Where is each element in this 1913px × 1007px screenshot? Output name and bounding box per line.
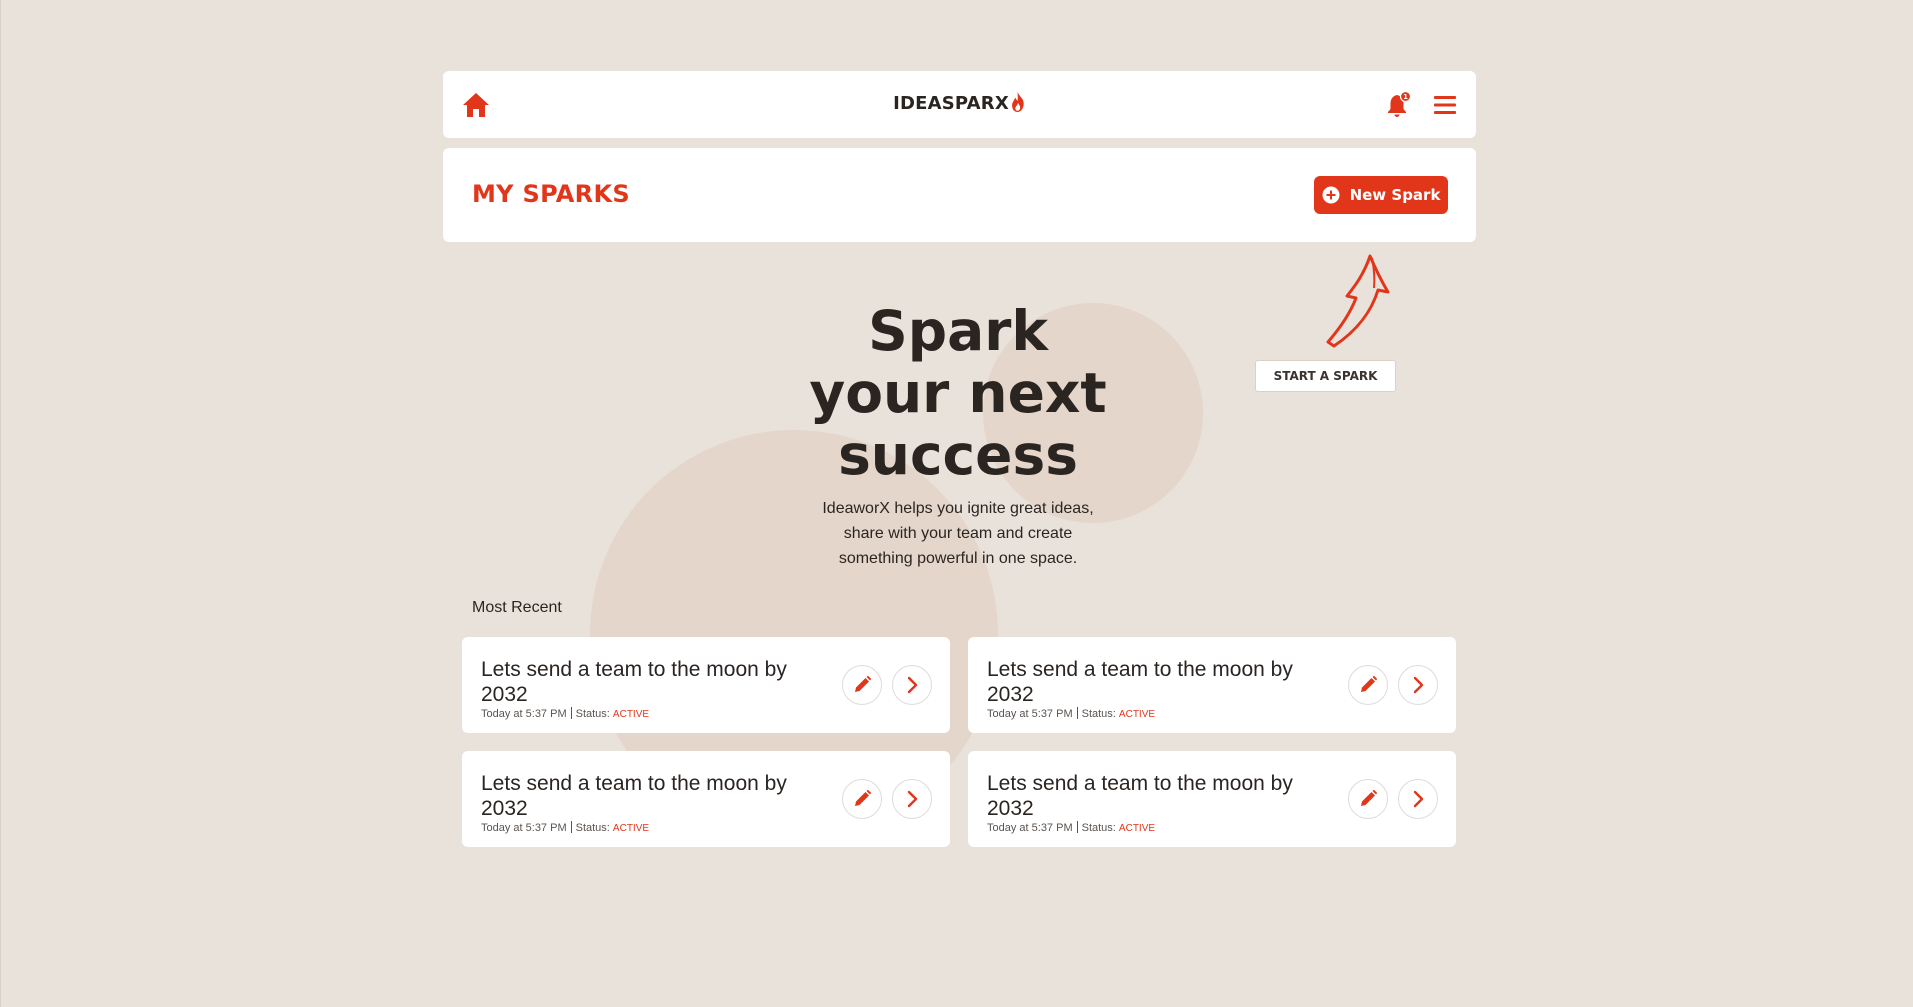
- hero-description: IdeaworX helps you ignite great ideas, s…: [822, 500, 1094, 567]
- pencil-icon: [1361, 789, 1378, 806]
- pencil-icon: [1361, 675, 1378, 692]
- spark-title: Lets send a team to the moon by 2032: [987, 658, 1293, 706]
- meta-divider: [1076, 821, 1078, 833]
- spark-meta: Today at 5:37 PM Status: ACTIVE: [481, 821, 649, 834]
- start-a-spark-callout[interactable]: START A SPARK: [1255, 360, 1396, 392]
- page-title: MY SPARKS: [472, 180, 630, 208]
- spark-status: ACTIVE: [612, 823, 650, 834]
- spark-title: Lets send a team to the moon by 2032: [987, 772, 1293, 820]
- open-spark-button[interactable]: [1398, 779, 1438, 819]
- page-edge-divider: [0, 0, 1, 1007]
- meta-divider: [570, 707, 572, 719]
- spark-meta: Today at 5:37 PM Status: ACTIVE: [481, 707, 649, 720]
- chevron-right-icon: [907, 676, 918, 694]
- new-spark-button[interactable]: New Spark: [1314, 176, 1448, 214]
- spark-card[interactable]: Lets send a team to the moon by 2032 Tod…: [968, 637, 1456, 733]
- chevron-right-icon: [1413, 676, 1424, 694]
- spark-meta: Today at 5:37 PM Status: ACTIVE: [987, 707, 1155, 720]
- hamburger-menu-icon[interactable]: [1432, 93, 1458, 117]
- notification-count: 1: [1403, 93, 1408, 101]
- spark-time: Today at 5:37 PM: [481, 822, 567, 834]
- edit-spark-button[interactable]: [842, 665, 882, 705]
- new-spark-label: New Spark: [1349, 186, 1441, 204]
- spark-time: Today at 5:37 PM: [987, 708, 1073, 720]
- edit-spark-button[interactable]: [1348, 665, 1388, 705]
- spark-status: ACTIVE: [1118, 709, 1156, 720]
- most-recent-label: Most Recent: [472, 599, 562, 616]
- spark-meta: Today at 5:37 PM Status: ACTIVE: [987, 821, 1155, 834]
- open-spark-button[interactable]: [892, 779, 932, 819]
- spark-status-label: Status:: [575, 708, 610, 720]
- meta-divider: [1076, 707, 1078, 719]
- bell-icon[interactable]: 1: [1386, 91, 1412, 119]
- brand-logo[interactable]: IDEASPARX: [893, 91, 1026, 114]
- spark-card[interactable]: Lets send a team to the moon by 2032 Tod…: [968, 751, 1456, 847]
- spark-status-label: Status:: [1081, 822, 1116, 834]
- top-nav-bar: IDEASPARX 1: [443, 71, 1476, 138]
- open-spark-button[interactable]: [1398, 665, 1438, 705]
- spark-status: ACTIVE: [612, 709, 650, 720]
- edit-spark-button[interactable]: [842, 779, 882, 819]
- spark-status-label: Status:: [1081, 708, 1116, 720]
- meta-divider: [570, 821, 572, 833]
- flame-icon: [1012, 91, 1025, 112]
- spark-title: Lets send a team to the moon by 2032: [481, 772, 787, 820]
- hand-drawn-arrow-icon: [1326, 254, 1390, 348]
- hero-headline: Spark your next success: [809, 299, 1107, 487]
- spark-status: ACTIVE: [1118, 823, 1156, 834]
- spark-card[interactable]: Lets send a team to the moon by 2032 Tod…: [462, 637, 950, 733]
- page-header-card: MY SPARKS New Spark: [443, 148, 1476, 242]
- spark-time: Today at 5:37 PM: [987, 822, 1073, 834]
- brand-name: IDEASPARX: [893, 93, 1009, 114]
- spark-card[interactable]: Lets send a team to the moon by 2032 Tod…: [462, 751, 950, 847]
- hero-section: Spark your next success IdeaworX helps y…: [758, 300, 1158, 571]
- spark-title: Lets send a team to the moon by 2032: [481, 658, 787, 706]
- home-icon[interactable]: [461, 91, 491, 119]
- pencil-icon: [855, 789, 872, 806]
- chevron-right-icon: [1413, 790, 1424, 808]
- spark-time: Today at 5:37 PM: [481, 708, 567, 720]
- plus-circle-icon: [1322, 186, 1340, 204]
- edit-spark-button[interactable]: [1348, 779, 1388, 819]
- open-spark-button[interactable]: [892, 665, 932, 705]
- spark-status-label: Status:: [575, 822, 610, 834]
- pencil-icon: [855, 675, 872, 692]
- chevron-right-icon: [907, 790, 918, 808]
